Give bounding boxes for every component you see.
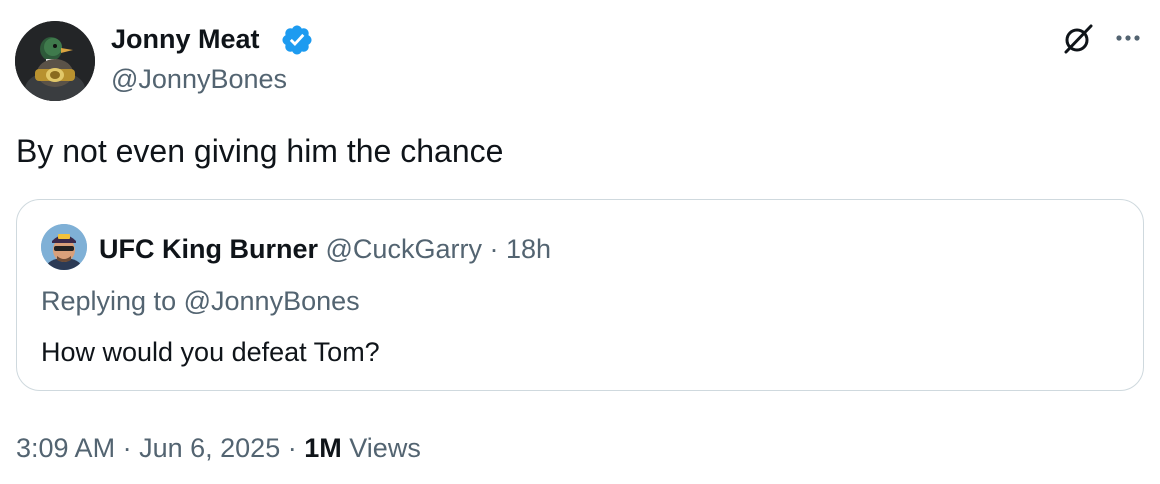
quoted-separator: · — [489, 234, 499, 264]
quoted-header: UFC King Burner @CuckGarry · 18h — [99, 233, 551, 265]
quoted-tweet-card[interactable]: UFC King Burner @CuckGarry · 18h Replyin… — [16, 199, 1144, 391]
replying-to-handle[interactable]: @JonnyBones — [184, 286, 360, 316]
views-label[interactable]: Views — [349, 433, 421, 463]
duck-avatar-image — [15, 21, 95, 101]
quoted-author-name[interactable]: UFC King Burner — [99, 234, 318, 264]
quoted-timestamp[interactable]: 18h — [506, 234, 551, 264]
verified-badge-icon[interactable] — [280, 23, 314, 57]
quoted-author-avatar[interactable] — [41, 224, 87, 270]
author-name[interactable]: Jonny Meat — [111, 23, 260, 55]
quoted-author-handle[interactable]: @CuckGarry — [326, 234, 482, 264]
grok-icon[interactable] — [1060, 21, 1096, 57]
views-count[interactable]: 1M — [304, 433, 342, 463]
tweet-date[interactable]: Jun 6, 2025 — [139, 433, 280, 463]
meta-separator: · — [122, 433, 132, 463]
tweet-time[interactable]: 3:09 AM — [16, 433, 115, 463]
author-handle[interactable]: @JonnyBones — [111, 63, 287, 95]
tweet-text: By not even giving him the chance — [16, 133, 504, 169]
man-with-cap-avatar-image — [41, 224, 87, 270]
more-options-icon[interactable] — [1110, 26, 1146, 50]
author-avatar[interactable] — [15, 21, 95, 101]
quoted-replying-to: Replying to @JonnyBones — [41, 285, 360, 317]
meta-separator: · — [287, 433, 297, 463]
tweet-meta: 3:09 AM · Jun 6, 2025 · 1M Views — [16, 432, 421, 464]
quoted-tweet-text: How would you defeat Tom? — [41, 337, 380, 367]
replying-to-label: Replying to — [41, 286, 177, 316]
